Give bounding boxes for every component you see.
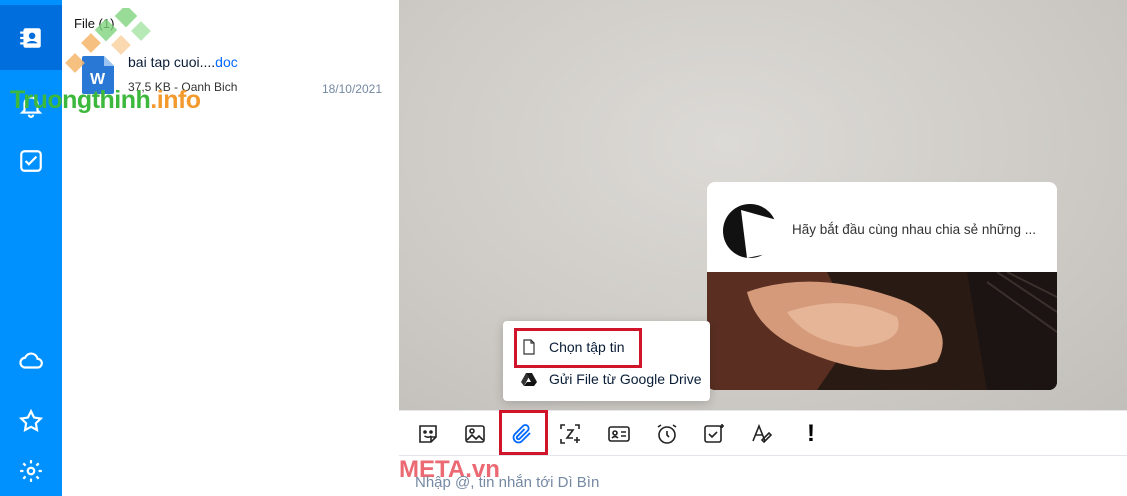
- star-icon: [18, 408, 44, 432]
- avatar: [723, 204, 777, 258]
- nav-rail: [0, 0, 62, 496]
- assign-task-button[interactable]: [699, 419, 729, 449]
- highlight-choose-file: [514, 328, 642, 368]
- highlight-attach-button: [499, 410, 548, 455]
- message-input[interactable]: [415, 474, 1015, 491]
- composer: META.vn: [399, 456, 1127, 496]
- menu-google-drive-label: Gửi File từ Google Drive: [549, 371, 702, 387]
- image-button[interactable]: [460, 419, 490, 449]
- settings-gear-icon: [20, 460, 42, 482]
- alarm-clock-icon: [657, 424, 677, 444]
- contact-card-icon: [608, 426, 630, 442]
- card-description: Hãy bắt đầu cùng nhau chia sẻ những ...: [792, 222, 1036, 237]
- menu-google-drive[interactable]: Gửi File từ Google Drive: [521, 366, 702, 392]
- contact-card-button[interactable]: [604, 419, 634, 449]
- todo-checkbox-icon: [20, 150, 42, 172]
- file-date: 18/10/2021: [321, 82, 382, 96]
- todo-icon: [704, 424, 724, 443]
- contacts-icon: [20, 27, 41, 48]
- watermark-text: Truongthinh.info: [10, 86, 201, 114]
- sticker-button[interactable]: [413, 419, 443, 449]
- sticker-icon: [419, 425, 437, 443]
- important-icon: !: [807, 420, 815, 447]
- text-format-icon: [752, 423, 773, 444]
- image-icon: [465, 425, 485, 443]
- nav-todo-button[interactable]: [0, 126, 62, 196]
- profile-card[interactable]: Hãy bắt đầu cùng nhau chia sẻ những ...: [707, 182, 1057, 390]
- text-format-button[interactable]: [747, 419, 777, 449]
- screenshot-icon: [560, 424, 580, 444]
- card-photo: [707, 272, 1057, 390]
- reminder-button[interactable]: [652, 419, 682, 449]
- google-drive-icon: [521, 373, 537, 386]
- screenshot-button[interactable]: [555, 419, 585, 449]
- watermark-logo: [65, 8, 151, 73]
- nav-settings-button[interactable]: [0, 446, 62, 496]
- cloud-icon: [19, 352, 43, 369]
- important-button[interactable]: !: [796, 419, 826, 449]
- nav-contacts-button[interactable]: [0, 5, 62, 70]
